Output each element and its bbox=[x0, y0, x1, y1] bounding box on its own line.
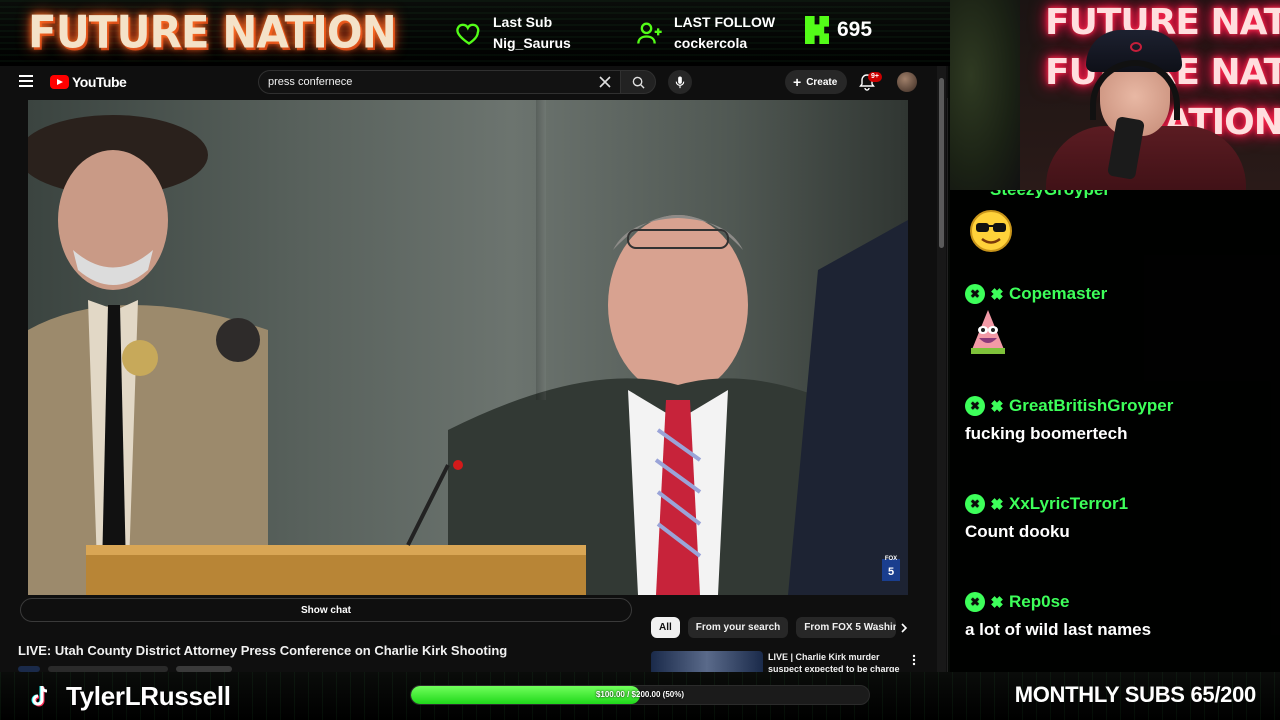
recommendation-title[interactable]: LIVE | Charlie Kirk murder suspect expec… bbox=[768, 651, 903, 672]
last-sub-label: Last Sub bbox=[493, 14, 553, 30]
search-box bbox=[258, 70, 620, 94]
cool-face-emote bbox=[970, 210, 1012, 252]
microphone-icon bbox=[675, 75, 685, 88]
plus-icon: + bbox=[793, 74, 802, 90]
tiktok-icon bbox=[31, 685, 48, 707]
subscriber-badge-icon bbox=[989, 398, 1006, 415]
youtube-header: YouTube + Create 9+ bbox=[0, 66, 948, 98]
scrollbar-thumb[interactable] bbox=[939, 78, 944, 248]
plant-background bbox=[950, 0, 1020, 190]
kick-count: 695 bbox=[837, 18, 873, 41]
moderator-badge-icon bbox=[965, 592, 985, 612]
chat-username: Copemaster bbox=[1009, 284, 1108, 303]
last-follow-name: cockercola bbox=[674, 35, 748, 51]
bottom-overlay-bar: TylerLRussell $100.00 / $200.00 (50%) MO… bbox=[0, 672, 1280, 720]
heart-icon bbox=[456, 23, 480, 45]
recommendation-filter-chips: All From your search From FOX 5 Washingt… bbox=[651, 617, 897, 638]
chat-text: a lot of wild last names bbox=[965, 620, 1152, 639]
last-follow-label: LAST FOLLOW bbox=[674, 14, 776, 30]
monthly-subs-goal: MONTHLY SUBS 65/200 bbox=[1014, 682, 1257, 707]
search-input[interactable] bbox=[259, 71, 579, 93]
progress-text: $100.00 / $200.00 (50%) bbox=[595, 690, 685, 699]
create-label: Create bbox=[806, 76, 838, 88]
channel-watermark: FOX 5 bbox=[882, 556, 900, 581]
youtube-play-icon bbox=[50, 75, 69, 89]
chevron-right-icon[interactable] bbox=[898, 622, 910, 634]
create-button[interactable]: + Create bbox=[785, 70, 848, 94]
chip-from-channel[interactable]: From FOX 5 Washingto bbox=[796, 617, 897, 638]
chat-username: Rep0se bbox=[1009, 592, 1070, 611]
moderator-badge-icon bbox=[965, 494, 985, 514]
search-button[interactable] bbox=[620, 70, 656, 94]
chat-message: GreatBritishGroyper fucking boomertech bbox=[965, 396, 1173, 444]
last-sub-name: Nig_Saurus bbox=[493, 35, 571, 51]
clear-search-icon[interactable] bbox=[598, 75, 612, 89]
top-overlay-bar: FUTURE NATION Last Sub Nig_Saurus LAST F… bbox=[0, 0, 950, 66]
cap-logo-icon bbox=[1130, 42, 1142, 52]
subscriber-badge-icon bbox=[989, 496, 1006, 513]
webcam-feed: FUTURE NATION FUTURE NATION NATION bbox=[950, 0, 1280, 190]
more-options-icon[interactable] bbox=[911, 654, 917, 666]
youtube-window: YouTube + Create 9+ bbox=[0, 66, 948, 672]
last-follow-widget: LAST FOLLOW cockercola bbox=[636, 12, 775, 54]
chat-username: GreatBritishGroyper bbox=[1009, 396, 1174, 415]
chat-text: Count dooku bbox=[965, 522, 1070, 541]
recommendation-thumbnail[interactable] bbox=[651, 651, 763, 672]
chat-overlay: SteezyGroyper Copemaster GreatBritishGro… bbox=[950, 190, 1280, 672]
user-plus-icon bbox=[637, 22, 662, 44]
video-player[interactable]: FOX 5 bbox=[28, 100, 908, 595]
last-sub-widget: Last Sub Nig_Saurus bbox=[455, 12, 571, 54]
youtube-logo[interactable]: YouTube bbox=[50, 74, 127, 90]
donation-goal-progress: $100.00 / $200.00 (50%) bbox=[410, 685, 870, 705]
chip-from-your-search[interactable]: From your search bbox=[687, 617, 789, 638]
kick-follower-widget: 695 bbox=[805, 16, 872, 44]
stream-overlay: FUTURE NATION Last Sub Nig_Saurus LAST F… bbox=[0, 0, 1280, 720]
chip-all[interactable]: All bbox=[651, 617, 680, 638]
chat-message: Rep0se a lot of wild last names bbox=[965, 592, 1151, 640]
brand-logo: FUTURE NATION bbox=[28, 6, 397, 59]
account-avatar[interactable] bbox=[897, 72, 917, 92]
youtube-logo-text: YouTube bbox=[72, 74, 127, 90]
video-title: LIVE: Utah County District Attorney Pres… bbox=[18, 643, 508, 658]
hamburger-menu-icon[interactable] bbox=[19, 75, 33, 87]
kick-logo-icon bbox=[805, 16, 829, 44]
video-frame-illustration bbox=[28, 115, 908, 595]
patrick-emote bbox=[971, 310, 1005, 354]
page-scrollbar[interactable] bbox=[937, 66, 946, 672]
chat-message: Copemaster bbox=[965, 284, 1107, 359]
chat-text: fucking boomertech bbox=[965, 424, 1128, 443]
show-chat-button[interactable]: Show chat bbox=[20, 598, 632, 622]
chat-username-partial: SteezyGroyper bbox=[970, 190, 1110, 198]
streamer-handle: TylerLRussell bbox=[66, 681, 231, 711]
chat-message: XxLyricTerror1 Count dooku bbox=[965, 494, 1128, 542]
subscriber-badge-icon bbox=[989, 594, 1006, 611]
chat-username: XxLyricTerror1 bbox=[1009, 494, 1129, 513]
subscriber-badge-icon bbox=[989, 286, 1006, 303]
moderator-badge-icon bbox=[965, 396, 985, 416]
moderator-badge-icon bbox=[965, 284, 985, 304]
notification-badge: 9+ bbox=[868, 72, 882, 82]
voice-search-button[interactable] bbox=[668, 70, 692, 94]
search-icon bbox=[632, 76, 645, 89]
